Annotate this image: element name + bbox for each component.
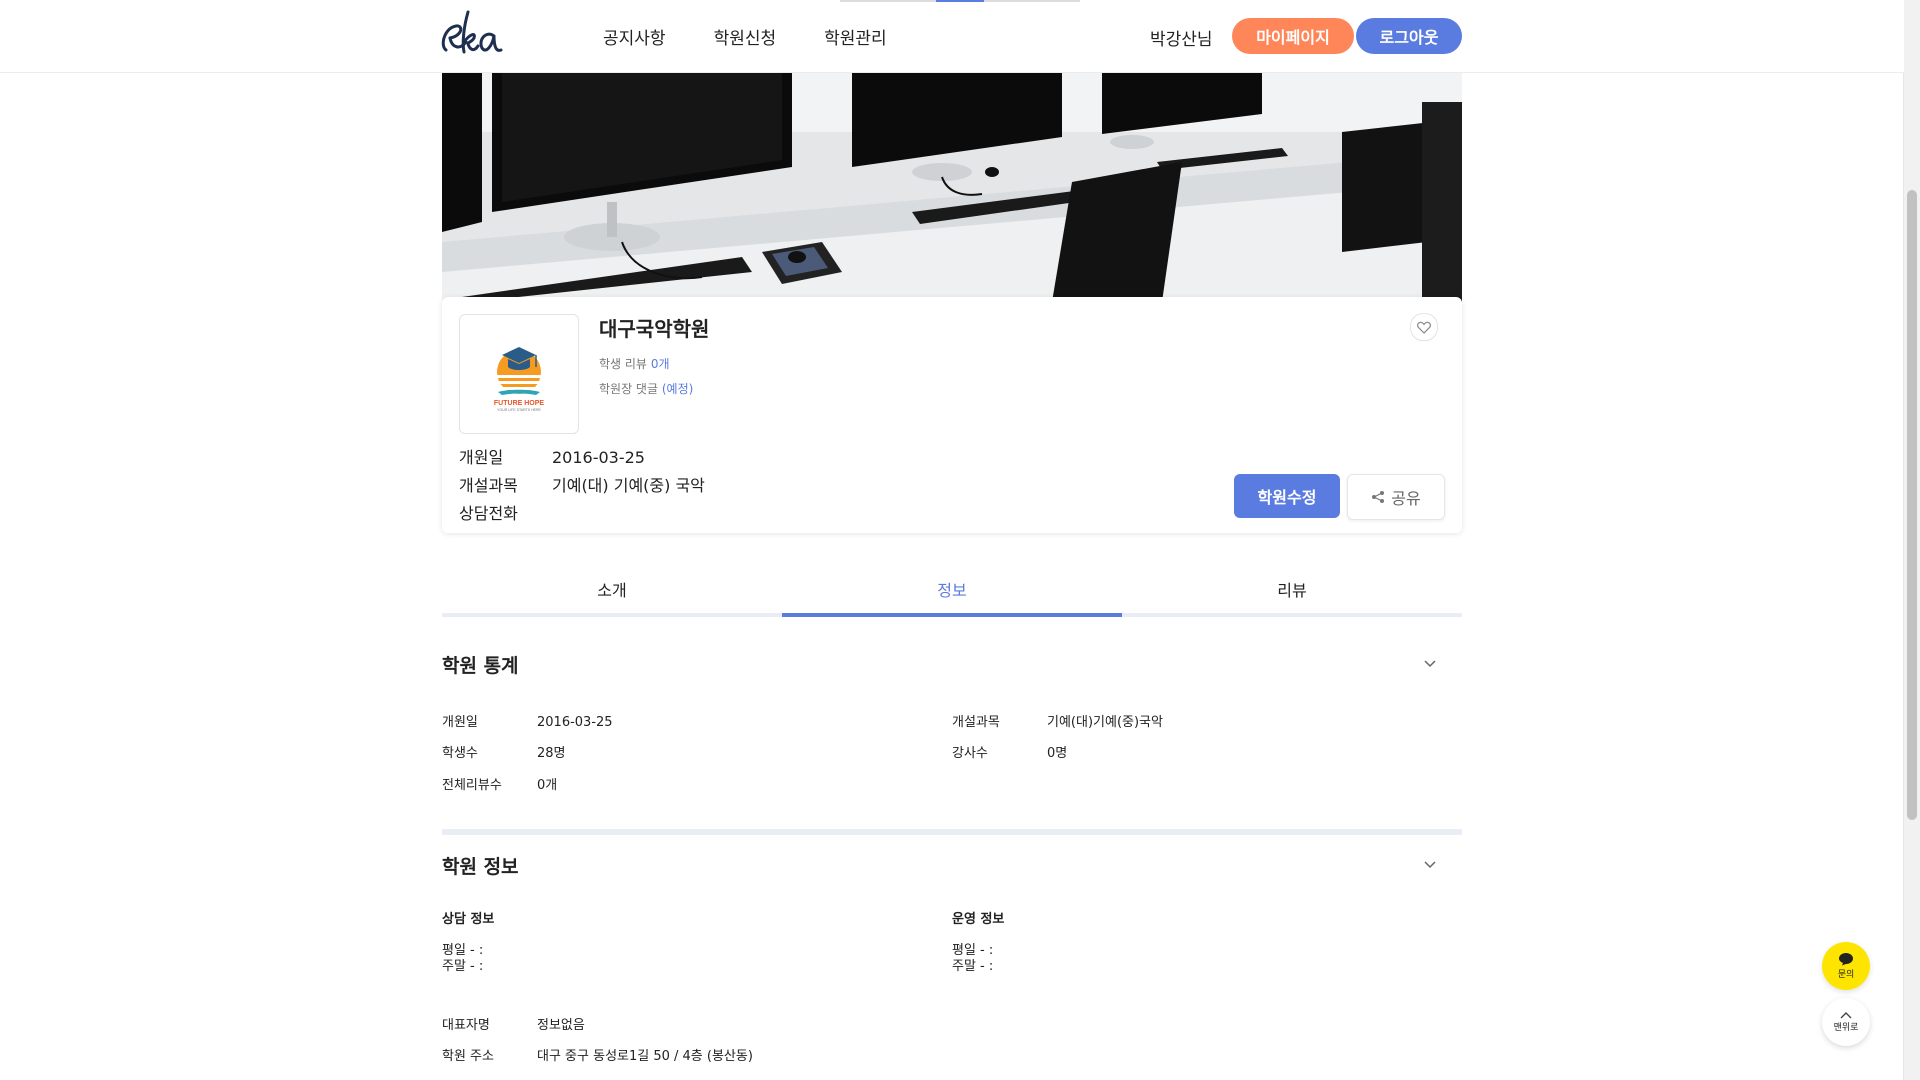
inquiry-label: 문의 [1837,970,1855,980]
address-row: 학원 주소 대구 중구 동성로1길 50 / 4층 (봉산동) [442,1045,753,1064]
stat-value: 기예(대)기예(중)국악 [1047,715,1163,730]
info-subjects: 개설과목 기예(대) 기예(중) 국악 [459,472,705,496]
stat-teachers: 강사수 0명 [952,742,1067,761]
director-reply-label: 학원장 댓글 [599,382,659,396]
info-phone: 상담전화 [459,500,552,524]
scroll-top-label: 맨위로 [1833,1023,1859,1033]
stat-total-reviews: 전체리뷰수 0개 [442,774,557,793]
academy-logo-text: FUTURE HOPE [494,400,545,407]
stat-label: 개설과목 [952,715,1000,730]
ops-info-title: 운영 정보 [952,912,1005,927]
tab-review[interactable]: 리뷰 [1122,568,1462,613]
stats-section-title[interactable]: 학원 통계 [442,651,519,678]
academy-banner-image [442,72,1462,302]
addr-value: 대구 중구 동성로1길 50 / 4층 (봉산동) [537,1049,753,1064]
ops-weekday: 평일 - : [952,943,994,958]
stat-value: 0개 [537,778,558,793]
nav-academy-manage[interactable]: 학원관리 [824,24,887,49]
student-review-count[interactable]: 0개 [651,357,670,371]
share-icon [1372,491,1385,503]
academy-logo-subtext: YOUR LIFE STARTS HERE [497,408,541,412]
ops-weekend: 주말 - : [952,959,994,974]
info-label: 상담전화 [459,504,518,523]
favorite-button[interactable] [1410,313,1438,341]
consult-weekend: 주말 - : [442,959,484,974]
section-divider [442,829,1462,835]
share-button[interactable]: 공유 [1347,474,1445,520]
eka-logo[interactable] [438,6,504,66]
director-reply-line: 학원장 댓글 (예정) [599,380,693,397]
edit-academy-button[interactable]: 학원수정 [1234,474,1340,518]
info-section-title[interactable]: 학원 정보 [442,852,519,879]
heart-icon [1417,321,1431,334]
tab-info[interactable]: 정보 [782,568,1122,617]
nav-academy-apply[interactable]: 학원신청 [714,24,777,49]
academy-name: 대구국악학원 [599,317,710,341]
stat-value: 2016-03-25 [537,715,613,730]
info-label: 개원일 [459,448,504,467]
inquiry-chat-button[interactable]: 문의 [1822,942,1870,990]
stat-label: 전체리뷰수 [442,778,502,793]
info-value: 기예(대) 기예(중) 국악 [552,476,705,495]
stat-open-date: 개원일 2016-03-25 [442,711,613,730]
representative-row: 대표자명 정보없음 [442,1014,585,1033]
stat-label: 개원일 [442,715,478,730]
stat-value: 0명 [1047,746,1068,761]
stat-students: 학생수 28명 [442,742,566,761]
chevron-up-icon [1840,1012,1852,1019]
info-value: 2016-03-25 [552,448,645,467]
main-nav: 공지사항 학원신청 학원관리 [603,0,887,72]
rep-value: 정보없음 [537,1018,585,1033]
mypage-button[interactable]: 마이페이지 [1232,18,1354,54]
nav-notice[interactable]: 공지사항 [603,24,666,49]
detail-tabs: 소개 정보 리뷰 [442,568,1462,617]
chat-bubble-icon [1839,953,1853,966]
chevron-down-icon[interactable] [1423,860,1437,870]
info-open-date: 개원일 2016-03-25 [459,444,645,468]
stat-subjects: 개설과목 기예(대)기예(중)국악 [952,711,1163,730]
page-scrollbar[interactable] [1903,0,1920,1080]
tab-intro[interactable]: 소개 [442,568,782,613]
info-label: 개설과목 [459,476,518,495]
chevron-down-icon[interactable] [1423,659,1437,669]
addr-label: 학원 주소 [442,1049,494,1064]
share-label: 공유 [1391,489,1421,508]
director-reply-status: (예정) [661,382,694,396]
logout-button[interactable]: 로그아웃 [1356,18,1462,54]
stat-label: 강사수 [952,746,988,761]
academy-logo: FUTURE HOPE YOUR LIFE STARTS HERE [459,314,579,434]
rep-label: 대표자명 [442,1018,490,1033]
scrollbar-thumb[interactable] [1907,190,1917,820]
stat-label: 학생수 [442,746,478,761]
academy-info-card: FUTURE HOPE YOUR LIFE STARTS HERE 대구국악학원… [442,297,1462,533]
student-review-line: 학생 리뷰 0개 [599,355,670,372]
stat-value: 28명 [537,746,566,761]
consult-info-title: 상담 정보 [442,912,495,927]
student-review-label: 학생 리뷰 [599,357,647,371]
scroll-top-button[interactable]: 맨위로 [1822,998,1870,1046]
top-header: 공지사항 학원신청 학원관리 박강산님 마이페이지 로그아웃 [0,0,1904,73]
consult-weekday: 평일 - : [442,943,484,958]
user-name: 박강산님 [1150,30,1213,50]
